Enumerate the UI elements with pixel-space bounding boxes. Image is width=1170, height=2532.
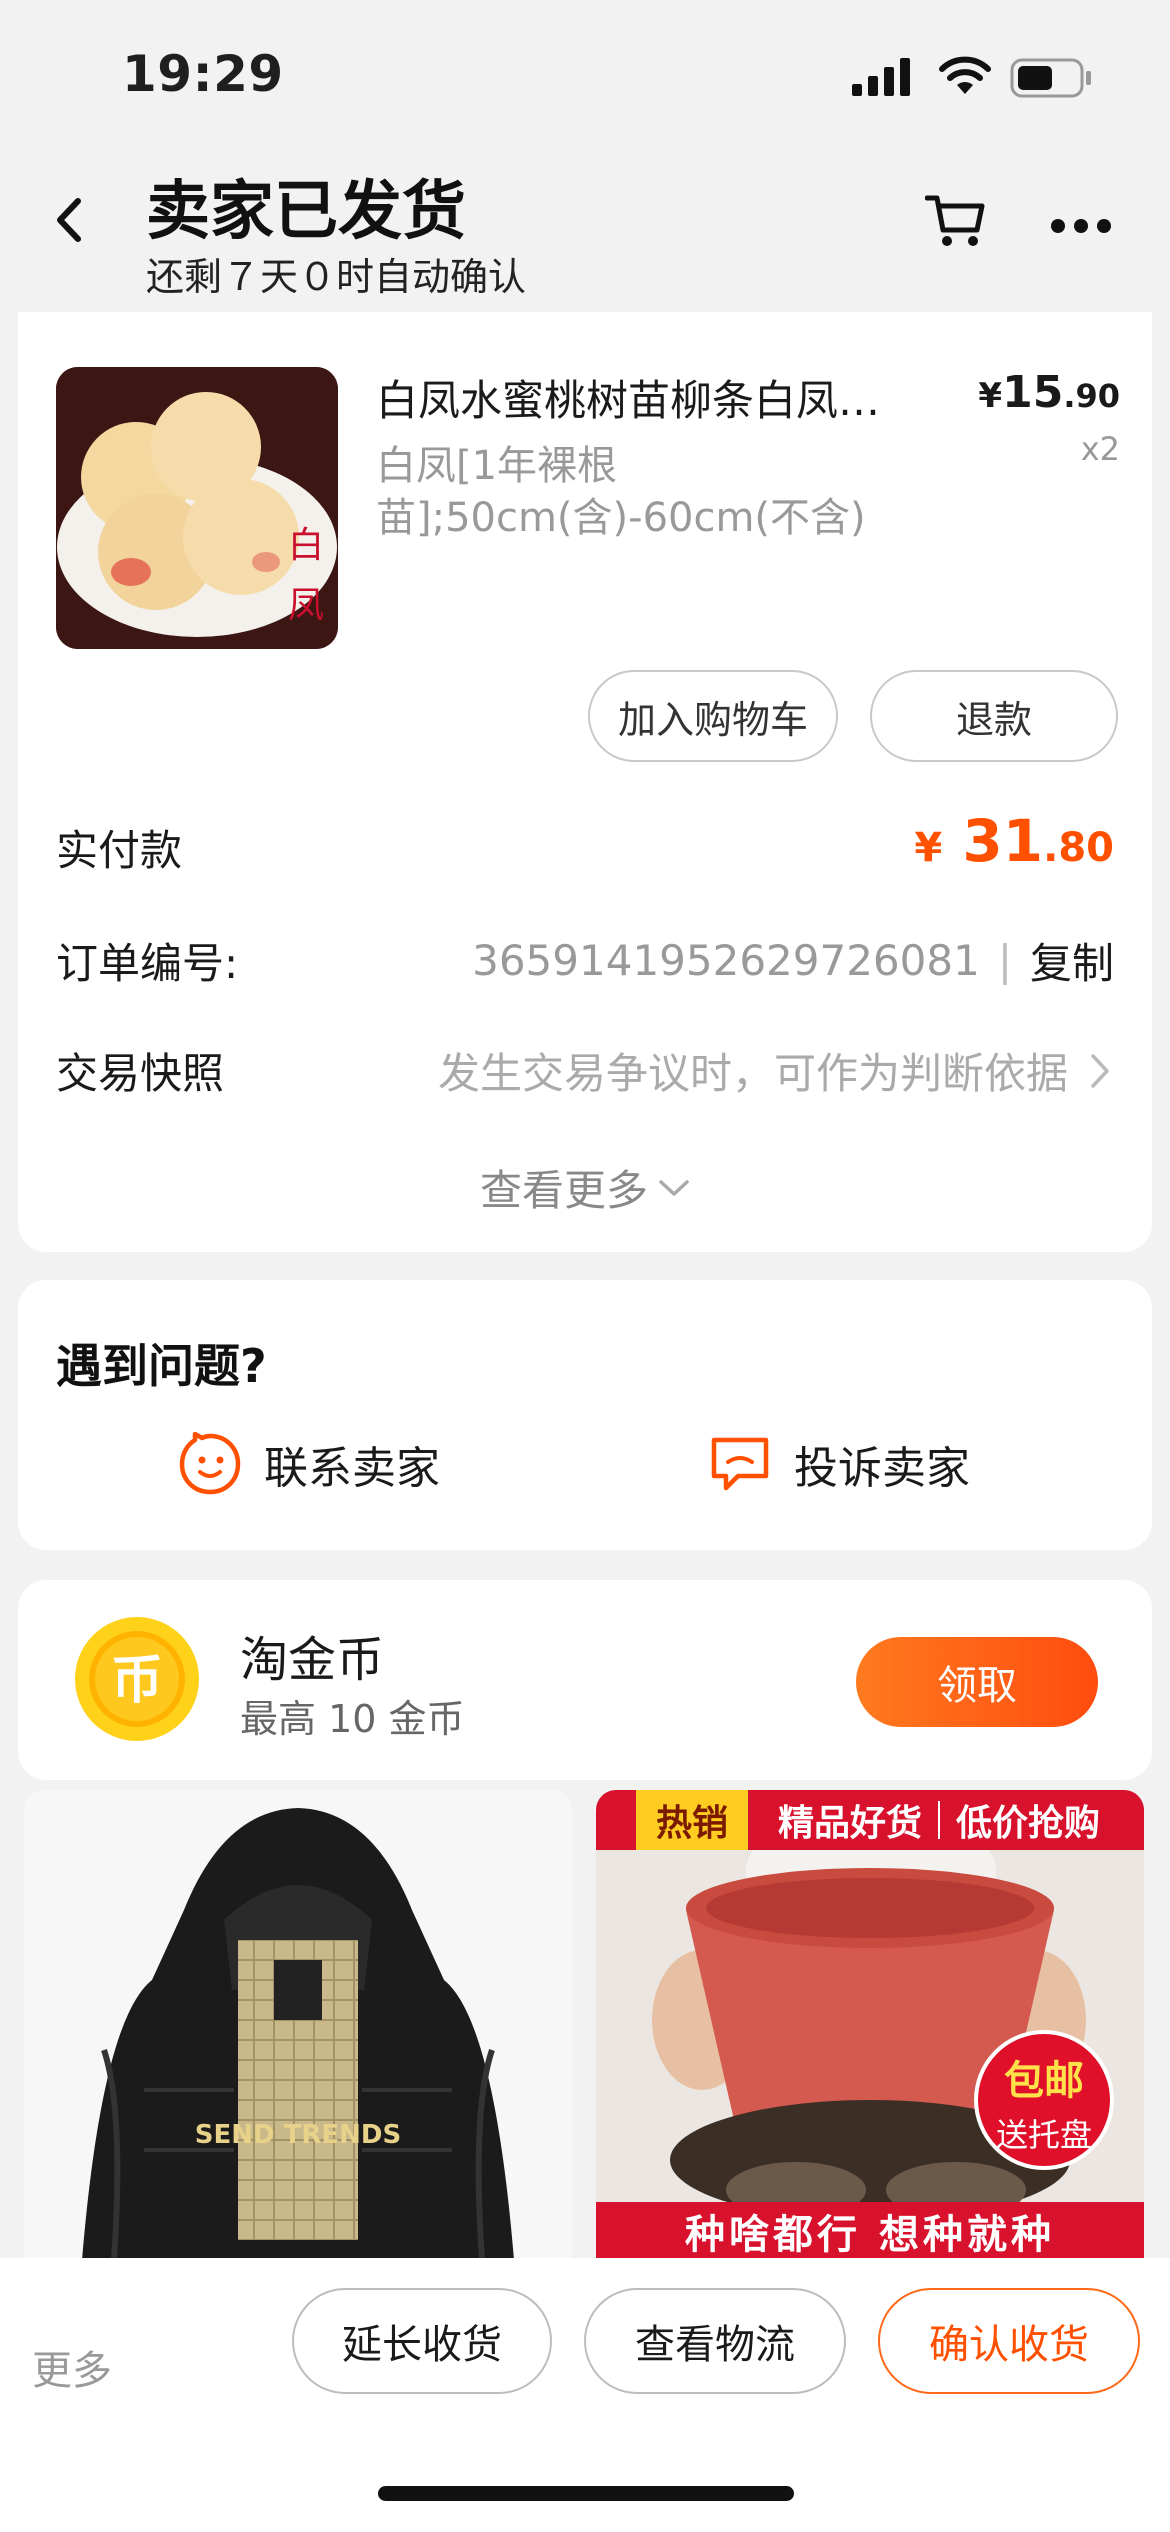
pot-banner-text-1: 精品好货 (778, 1803, 923, 1844)
complaint-icon (711, 1437, 769, 1491)
problem-title: 遇到问题? (56, 1339, 267, 1393)
jacket-image: SEND TRENDS (24, 1790, 572, 2260)
page-title: 卖家已发货 (146, 175, 466, 249)
home-indicator (378, 2486, 794, 2501)
status-time: 19:29 (122, 45, 284, 103)
product-price-int: 15 (1002, 367, 1064, 418)
cellular-signal-icon (852, 58, 910, 96)
pot-banner-divider (938, 1801, 941, 1839)
order-number-separator: | (997, 936, 1012, 985)
snapshot-hint: 发生交易争议时，可作为判断依据 (437, 1049, 1068, 1098)
chevron-down-icon (659, 1179, 689, 1196)
free-shipping-badge: 包邮 送托盘 (974, 2030, 1114, 2170)
recommendation-jacket[interactable]: SEND TRENDS (24, 1790, 572, 2260)
order-number: 3659141952629726081 (472, 936, 980, 985)
paid-int: 31 (962, 807, 1044, 875)
contact-seller-label: 联系卖家 (264, 1443, 440, 1494)
extend-receipt-button[interactable]: 延长收货 (292, 2288, 552, 2394)
contact-seller-button[interactable]: 联系卖家 (178, 1432, 440, 1496)
free-shipping-text: 包邮 (1004, 2058, 1084, 2104)
pot-banner-text-2: 低价抢购 (956, 1803, 1101, 1844)
paid-label: 实付款 (56, 826, 183, 875)
hot-sale-tag: 热销 (636, 1790, 749, 1850)
snapshot-label: 交易快照 (56, 1049, 225, 1098)
status-bar: 19:29 (0, 0, 1170, 150)
snapshot-link[interactable]: 发生交易争议时，可作为判断依据 (438, 1040, 1110, 1101)
confirm-receipt-button[interactable]: 确认收货 (878, 2288, 1140, 2394)
order-card: 白 凤 白凤水蜜桃树苗柳条白凤… 白凤[1年裸根苗];50cm(含)-60cm(… (18, 312, 1152, 1252)
more-options-icon[interactable] (1050, 218, 1112, 234)
complain-seller-button[interactable]: 投诉卖家 (708, 1432, 970, 1496)
claim-coin-button[interactable]: 领取 (856, 1637, 1098, 1727)
cart-icon[interactable] (925, 192, 985, 248)
svg-text:凤: 凤 (288, 585, 324, 626)
battery-icon (1010, 58, 1091, 98)
pot-slogan: 种啥都行 想种就种 (596, 2202, 1144, 2260)
order-number-row: 3659141952629726081 | 复制 (472, 930, 1114, 991)
coin-title: 淘金币 (240, 1632, 385, 1688)
auto-confirm-countdown: 还剩７天０时自动确认 (146, 255, 527, 299)
product-price-symbol: ¥ (978, 376, 1003, 416)
more-actions-button[interactable]: 更多 (32, 2338, 112, 2396)
add-to-cart-button[interactable]: 加入购物车 (588, 670, 838, 762)
paid-symbol: ¥ (914, 825, 943, 871)
complain-seller-label: 投诉卖家 (794, 1443, 970, 1494)
refund-button[interactable]: 退款 (870, 670, 1118, 762)
chevron-right-icon (1091, 1053, 1109, 1088)
gold-coin-icon: 币 (75, 1617, 199, 1741)
product-quantity: x2 (1080, 430, 1120, 468)
problem-card: 遇到问题? 联系卖家 投诉卖家 (18, 1280, 1152, 1550)
order-number-label: 订单编号: (56, 939, 239, 988)
paid-amount: ¥ 31.80 (914, 807, 1114, 875)
pot-promo-banner: 热销 精品好货 低价抢购 (596, 1790, 1144, 1850)
product-title[interactable]: 白凤水蜜桃树苗柳条白凤… (376, 367, 936, 428)
seller-chat-icon (179, 1432, 241, 1495)
product-image-text: 白 (288, 525, 324, 566)
back-arrow-icon[interactable] (50, 195, 90, 245)
product-price: ¥15.90 (978, 367, 1120, 418)
svg-text:币: 币 (111, 1651, 163, 1711)
coin-subtitle: 最高 10 金币 (240, 1697, 465, 1741)
taojinbi-card: 币 淘金币 最高 10 金币 领取 (18, 1580, 1152, 1780)
paid-dec: .80 (1043, 825, 1114, 871)
view-more-label: 查看更多 (479, 1166, 648, 1215)
wifi-icon (939, 56, 991, 94)
jacket-brand-text: SEND TRENDS (195, 2120, 401, 2150)
product-image[interactable]: 白 凤 (56, 367, 338, 649)
recommendation-pot[interactable]: 热销 精品好货 低价抢购 包邮 送托盘 种啥都行 想种就种 (596, 1790, 1144, 2260)
product-sku: 白凤[1年裸根苗];50cm(含)-60cm(不含) (376, 443, 866, 541)
copy-order-number-button[interactable]: 复制 (1030, 930, 1114, 991)
view-more-button[interactable]: 查看更多 (18, 1157, 1152, 1218)
free-tray-text: 送托盘 (995, 2116, 1092, 2154)
view-logistics-button[interactable]: 查看物流 (584, 2288, 846, 2394)
pot-image (596, 1790, 1144, 2260)
product-price-dec: .90 (1063, 377, 1120, 415)
